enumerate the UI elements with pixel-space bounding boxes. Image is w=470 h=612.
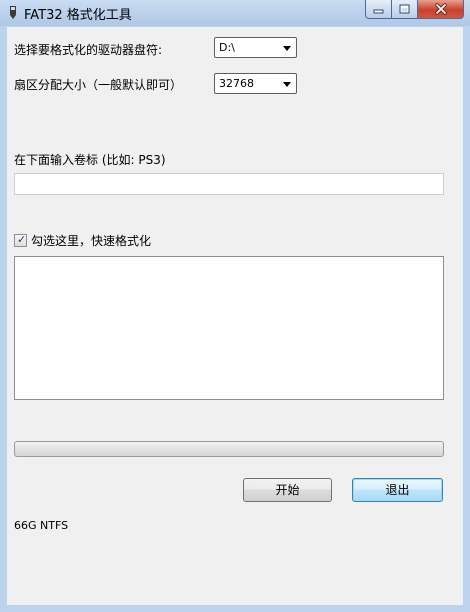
- sector-value: 32768: [219, 77, 254, 90]
- volume-label-input[interactable]: [14, 173, 444, 195]
- close-icon: [434, 3, 447, 15]
- quick-format-label: 勾选这里，快速格式化: [31, 234, 152, 248]
- title-bar[interactable]: FAT32 格式化工具: [0, 0, 470, 26]
- window-title: FAT32 格式化工具: [24, 8, 132, 23]
- log-textarea[interactable]: [14, 256, 444, 400]
- minimize-icon: [373, 9, 384, 13]
- chevron-down-icon: [283, 82, 291, 87]
- format-progress-bar: [14, 441, 444, 457]
- maximize-button[interactable]: [392, 0, 418, 19]
- sector-label: 扇区分配大小（一般默认即可）: [14, 78, 183, 92]
- client-area: 选择要格式化的驱动器盘符: D:\ 扇区分配大小（一般默认即可） 32768 在…: [7, 27, 463, 605]
- close-button[interactable]: [418, 0, 464, 19]
- app-window: FAT32 格式化工具 选择要格式化的驱动器盘符: D:\ 扇区分配大小（一般默…: [0, 0, 470, 612]
- minimize-button[interactable]: [365, 0, 392, 19]
- chevron-down-icon: [283, 46, 291, 51]
- quick-format-checkbox[interactable]: ✓: [14, 233, 27, 247]
- start-button[interactable]: 开始: [243, 478, 332, 502]
- exit-button[interactable]: 退出: [352, 478, 443, 502]
- status-text: 66G NTFS: [14, 519, 69, 532]
- drive-select[interactable]: D:\: [214, 37, 297, 58]
- drive-label: 选择要格式化的驱动器盘符:: [14, 43, 163, 57]
- drive-value: D:\: [219, 41, 235, 54]
- caption-buttons: [365, 0, 464, 20]
- checkmark-icon: ✓: [17, 233, 27, 246]
- app-icon: [10, 6, 16, 19]
- sector-size-select[interactable]: 32768: [214, 73, 297, 94]
- volume-label: 在下面输入卷标 (比如: PS3): [14, 153, 166, 167]
- maximize-icon: [399, 4, 410, 14]
